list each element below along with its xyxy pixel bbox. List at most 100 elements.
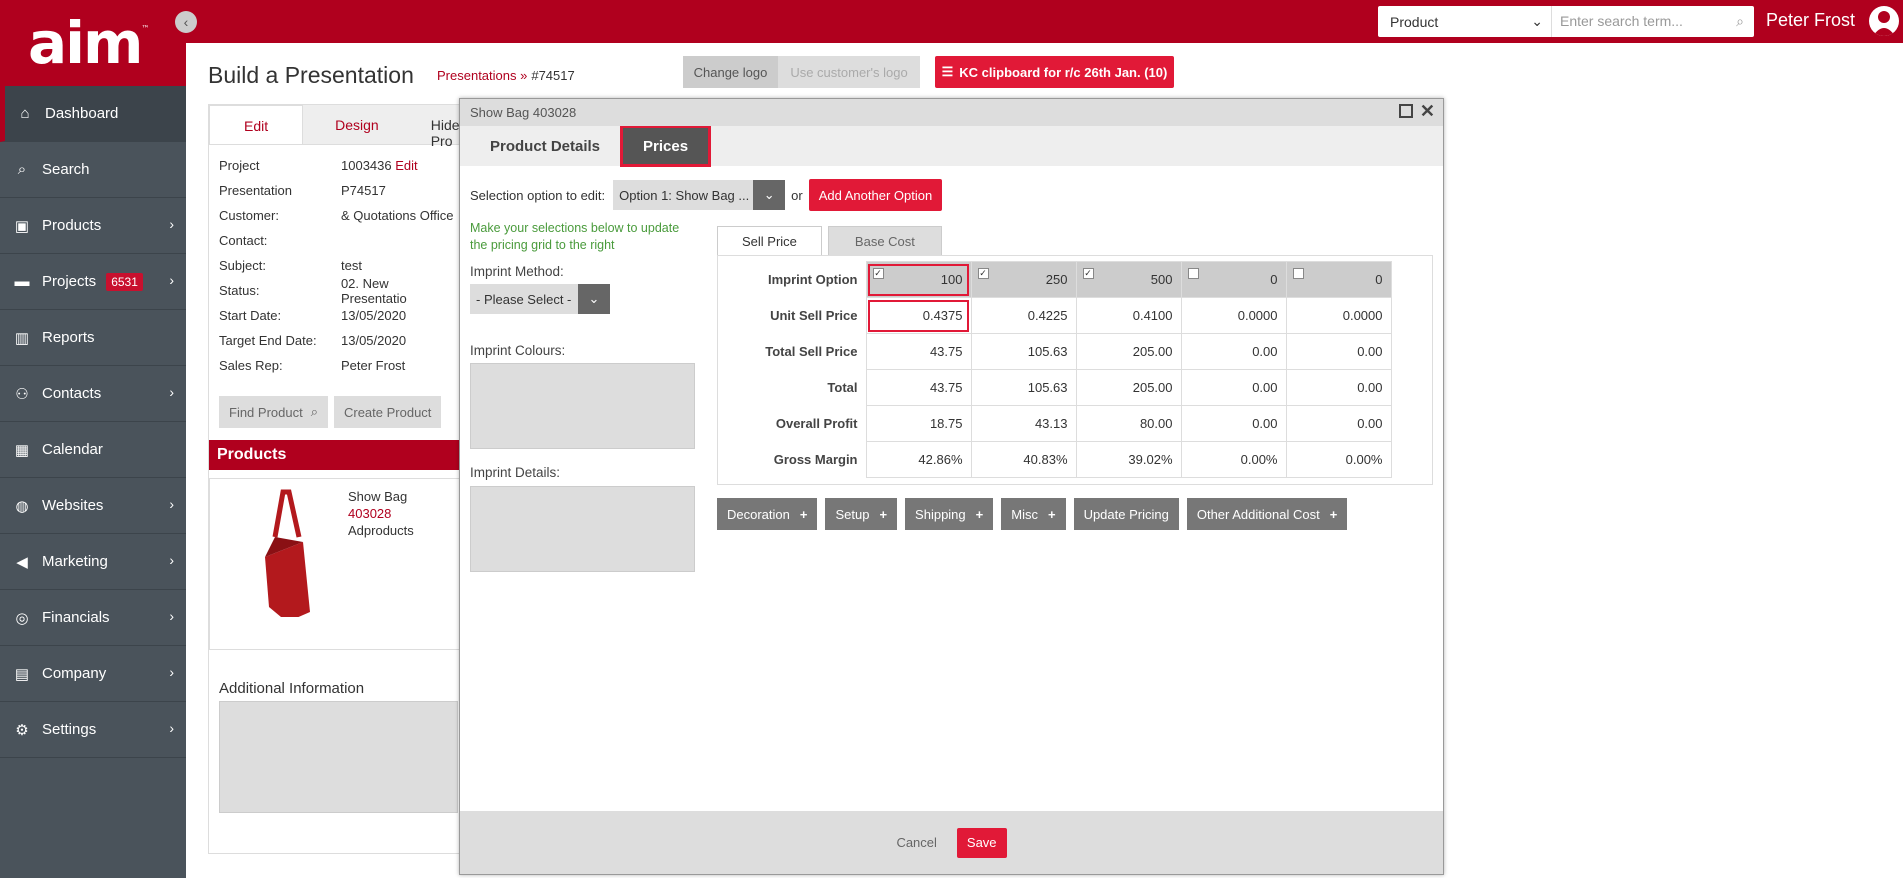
checkbox-unchecked[interactable] — [1292, 268, 1304, 279]
price-cell: 0.00 — [1285, 333, 1392, 370]
box-icon: ▣ — [14, 217, 30, 235]
product-code[interactable]: 403028 — [348, 506, 391, 521]
clipboard-button[interactable]: ☰ KC clipboard for r/c 26th Jan. (10) — [935, 56, 1174, 88]
sidebar-item-calendar[interactable]: ▦ Calendar — [0, 422, 186, 478]
quantity-value[interactable]: 0 — [1270, 272, 1277, 287]
add-option-button[interactable]: Add Another Option — [808, 179, 943, 211]
tab-product-details[interactable]: Product Details — [470, 126, 620, 166]
sidebar-item-label: Financials — [42, 609, 110, 626]
bag-image — [265, 489, 310, 617]
tab-base-cost[interactable]: Base Cost — [827, 226, 942, 256]
imprint-colours-field[interactable] — [470, 363, 695, 449]
tab-design[interactable]: Design — [303, 105, 411, 144]
page-title: Build a Presentation — [208, 62, 414, 88]
quantity-cell[interactable]: ✓ 250 — [970, 261, 1077, 298]
price-cell[interactable]: 0.0000 — [1180, 297, 1287, 334]
sidebar-item-marketing[interactable]: ◀ Marketing › — [0, 534, 186, 590]
sidebar-item-contacts[interactable]: ⚇ Contacts › — [0, 366, 186, 422]
checkbox-checked[interactable]: ✓ — [977, 268, 989, 279]
shipping-button[interactable]: Shipping + — [905, 498, 994, 530]
tab-edit[interactable]: Edit — [209, 105, 304, 144]
info-value: 1003436 Edit — [341, 158, 418, 173]
price-cell[interactable]: 0.4100 — [1075, 297, 1182, 334]
quantity-cell[interactable]: ✓ 500 — [1075, 261, 1182, 298]
product-card[interactable]: Show Bag 403028 Adproducts — [209, 478, 468, 650]
plus-icon: + — [975, 506, 984, 522]
close-icon[interactable]: ✕ — [1420, 101, 1435, 122]
option-select[interactable]: Option 1: Show Bag ... ⌄ — [613, 180, 786, 210]
price-cell[interactable]: 0.4375 — [865, 297, 972, 334]
quantity-value[interactable]: 0 — [1375, 272, 1382, 287]
cancel-button[interactable]: Cancel — [896, 835, 936, 850]
user-name[interactable]: Peter Frost — [1766, 10, 1855, 31]
quantity-value[interactable]: 100 — [941, 272, 963, 287]
info-value: & Quotations Office — [341, 208, 454, 223]
quantity-cell[interactable]: ✓ 100 — [865, 261, 972, 298]
table-row: Gross Margin 42.86% 40.83% 39.02% 0.00% 0.00% — [718, 441, 1392, 478]
sidebar-item-company[interactable]: ▤ Company › — [0, 646, 186, 702]
projects-count-badge: 6531 — [106, 272, 143, 291]
change-logo-button[interactable]: Change logo — [683, 56, 778, 88]
imprint-details-field[interactable] — [470, 486, 695, 572]
create-product-label: Create Product — [343, 404, 432, 420]
info-label: Target End Date: — [219, 333, 317, 348]
option-row: Selection option to edit: Option 1: Show… — [470, 179, 943, 211]
setup-button[interactable]: Setup + — [825, 498, 898, 530]
use-customer-logo-button[interactable]: Use customer's logo — [778, 56, 920, 88]
save-button[interactable]: Save — [956, 827, 1007, 858]
aim-logo[interactable]: aim ™ — [0, 0, 186, 86]
sidebar-item-dashboard[interactable]: ⌂ Dashboard — [0, 86, 186, 142]
pricing-grid: Imprint Option ✓ 100 ✓ 250 ✓ 500 0 0 Unit Sell Pr… — [717, 255, 1433, 485]
sidebar-item-label: Dashboard — [45, 105, 119, 122]
maximize-icon[interactable] — [1399, 104, 1413, 118]
quantity-value[interactable]: 250 — [1046, 272, 1068, 287]
price-cell: 205.00 — [1075, 369, 1182, 406]
sidebar-item-reports[interactable]: ▥ Reports — [0, 310, 186, 366]
checkbox-unchecked[interactable] — [1187, 268, 1199, 279]
home-icon: ⌂ — [20, 105, 30, 122]
chart-icon: ▥ — [14, 329, 30, 347]
price-cell: 42.86% — [865, 441, 972, 478]
price-cell: 39.02% — [1075, 441, 1182, 478]
find-product-button[interactable]: Find Product ⌕ — [219, 396, 328, 428]
other-additional-cost-button[interactable]: Other Additional Cost + — [1186, 498, 1348, 530]
sidebar-item-financials[interactable]: ◎ Financials › — [0, 590, 186, 646]
price-cell[interactable]: 0.0000 — [1285, 297, 1392, 334]
quantity-cell[interactable]: 0 — [1180, 261, 1287, 298]
imprint-method-select[interactable]: - Please Select - ⌄ — [470, 284, 610, 314]
chevron-right-icon: › — [169, 496, 174, 512]
sidebar-item-projects[interactable]: ▬ Projects 6531 › — [0, 254, 186, 310]
sidebar-item-search[interactable]: ⌕ Search — [0, 142, 186, 198]
additional-info-field[interactable] — [219, 701, 458, 813]
create-product-button[interactable]: Create Product — [333, 396, 442, 428]
price-cell: 105.63 — [970, 369, 1077, 406]
search-input[interactable]: Enter search term... ⌕ — [1552, 13, 1754, 30]
search-icon[interactable]: ⌕ — [1736, 13, 1744, 30]
tab-prices[interactable]: Prices — [620, 125, 712, 167]
decoration-button[interactable]: Decoration + — [717, 498, 818, 530]
collapse-sidebar-icon[interactable]: ‹ — [175, 11, 197, 33]
chevron-down-icon: ⌄ — [1531, 13, 1543, 29]
tab-sell-price[interactable]: Sell Price — [717, 226, 822, 256]
update-pricing-button[interactable]: Update Pricing — [1073, 498, 1179, 530]
edit-project-link[interactable]: Edit — [395, 158, 417, 173]
misc-button[interactable]: Misc + — [1001, 498, 1066, 530]
search-type-select[interactable]: Product ⌄ — [1378, 6, 1552, 37]
checkbox-checked[interactable]: ✓ — [872, 268, 884, 279]
info-row: Start Date: 13/05/2020 — [219, 303, 458, 328]
checkbox-checked[interactable]: ✓ — [1082, 268, 1094, 279]
avatar[interactable] — [1869, 6, 1899, 36]
quantity-cell[interactable]: 0 — [1285, 261, 1392, 298]
quantity-value[interactable]: 500 — [1151, 272, 1173, 287]
dialog-tabs: Product Details Prices — [460, 125, 1443, 167]
sidebar-item-settings[interactable]: ⚙ Settings › — [0, 702, 186, 758]
row-label: Imprint Option — [767, 272, 858, 287]
price-cell: 0.00 — [1180, 333, 1287, 370]
sidebar-item-websites[interactable]: ◍ Websites › — [0, 478, 186, 534]
sidebar-item-products[interactable]: ▣ Products › — [0, 198, 186, 254]
product-name[interactable]: Show Bag — [348, 489, 407, 504]
price-cell: 18.75 — [865, 405, 972, 442]
price-cell[interactable]: 0.4225 — [970, 297, 1077, 334]
product-supplier: Adproducts — [348, 523, 414, 538]
breadcrumb-link[interactable]: Presentations » — [437, 68, 527, 83]
